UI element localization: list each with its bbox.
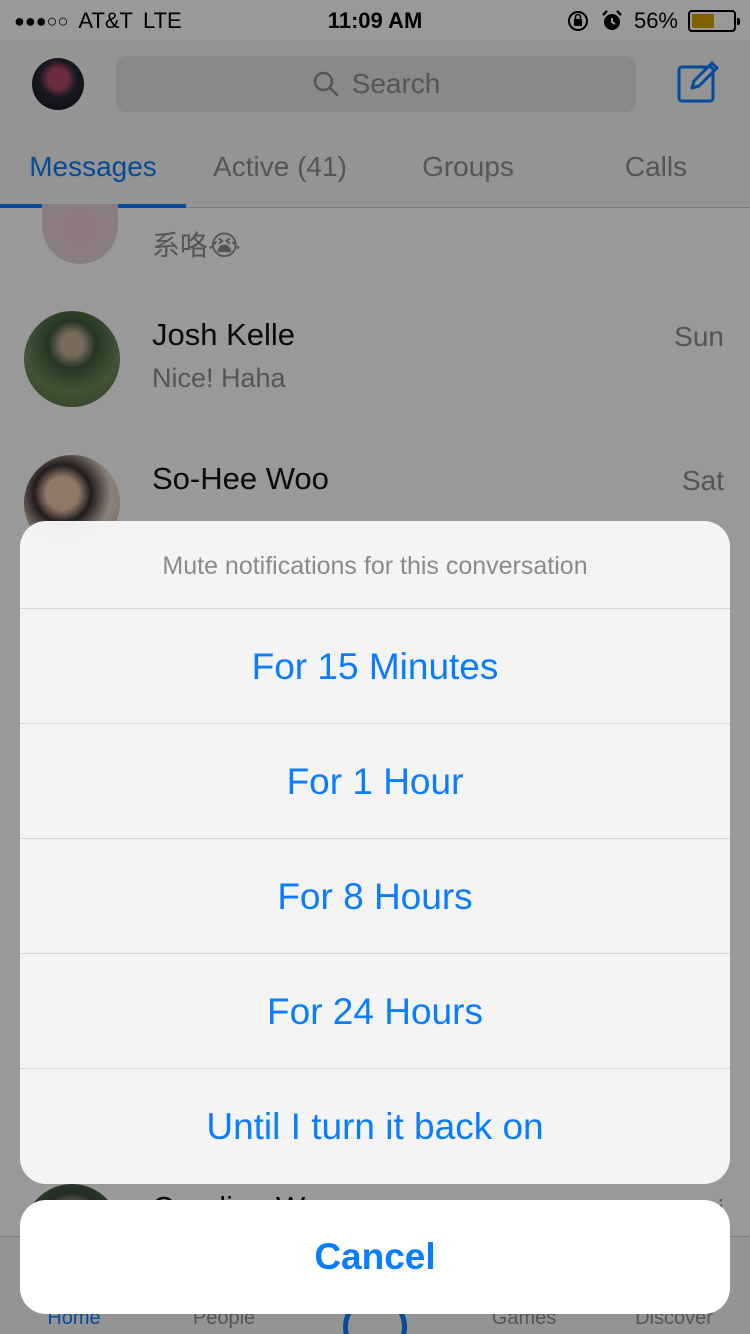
mute-1-hour-option[interactable]: For 1 Hour — [20, 724, 730, 839]
mute-until-turned-on-option[interactable]: Until I turn it back on — [20, 1069, 730, 1184]
action-sheet-title: Mute notifications for this conversation — [20, 521, 730, 609]
mute-24-hours-option[interactable]: For 24 Hours — [20, 954, 730, 1069]
mute-8-hours-option[interactable]: For 8 Hours — [20, 839, 730, 954]
mute-15-minutes-option[interactable]: For 15 Minutes — [20, 609, 730, 724]
cancel-button[interactable]: Cancel — [20, 1200, 730, 1314]
mute-action-sheet: Mute notifications for this conversation… — [20, 521, 730, 1184]
